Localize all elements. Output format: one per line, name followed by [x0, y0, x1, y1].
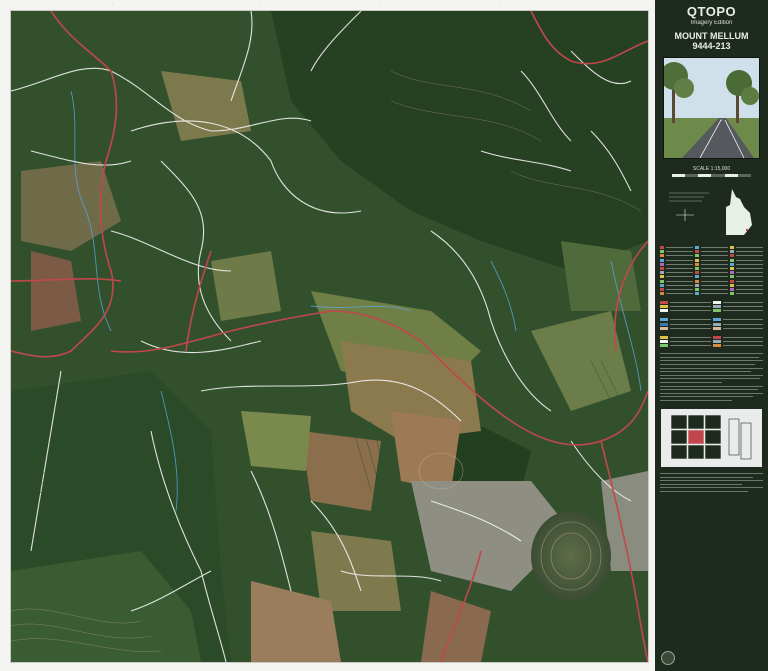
legend-panel: QTOPO Imagery Edition MOUNT MELLUM 9444-…: [655, 0, 768, 671]
sheet-number: 9444-213: [692, 41, 731, 51]
title-block: QTOPO Imagery Edition MOUNT MELLUM 9444-…: [655, 0, 768, 51]
government-crest-icon: [661, 651, 675, 665]
cover-photo: [663, 57, 760, 159]
grid-tick-top-1: ·: [112, 2, 114, 6]
sheet-name: MOUNT MELLUM: [674, 31, 749, 41]
adjoining-sheets-diagram: [661, 408, 762, 467]
legend-points-of-interest: [655, 246, 768, 296]
legend-hydrography: [655, 318, 768, 330]
brand-title: QTOPO: [686, 4, 737, 19]
grid-tick-top-4: ·: [500, 2, 502, 6]
scale-label: SCALE 1:15,000: [692, 166, 731, 172]
map-image[interactable]: [10, 10, 649, 663]
grid-tick-top-2: ·: [260, 2, 262, 6]
grid-tick-top-3: ·: [380, 2, 382, 6]
imagery-layer: [11, 11, 648, 662]
legend-roads: [655, 301, 768, 313]
queensland-locator-icon: [664, 185, 759, 240]
notes-text: [655, 353, 768, 401]
legend-infrastructure: [655, 335, 768, 348]
edition-label: Imagery Edition: [690, 20, 733, 26]
scale-bar: [671, 174, 752, 177]
footer-notes: [655, 472, 768, 492]
